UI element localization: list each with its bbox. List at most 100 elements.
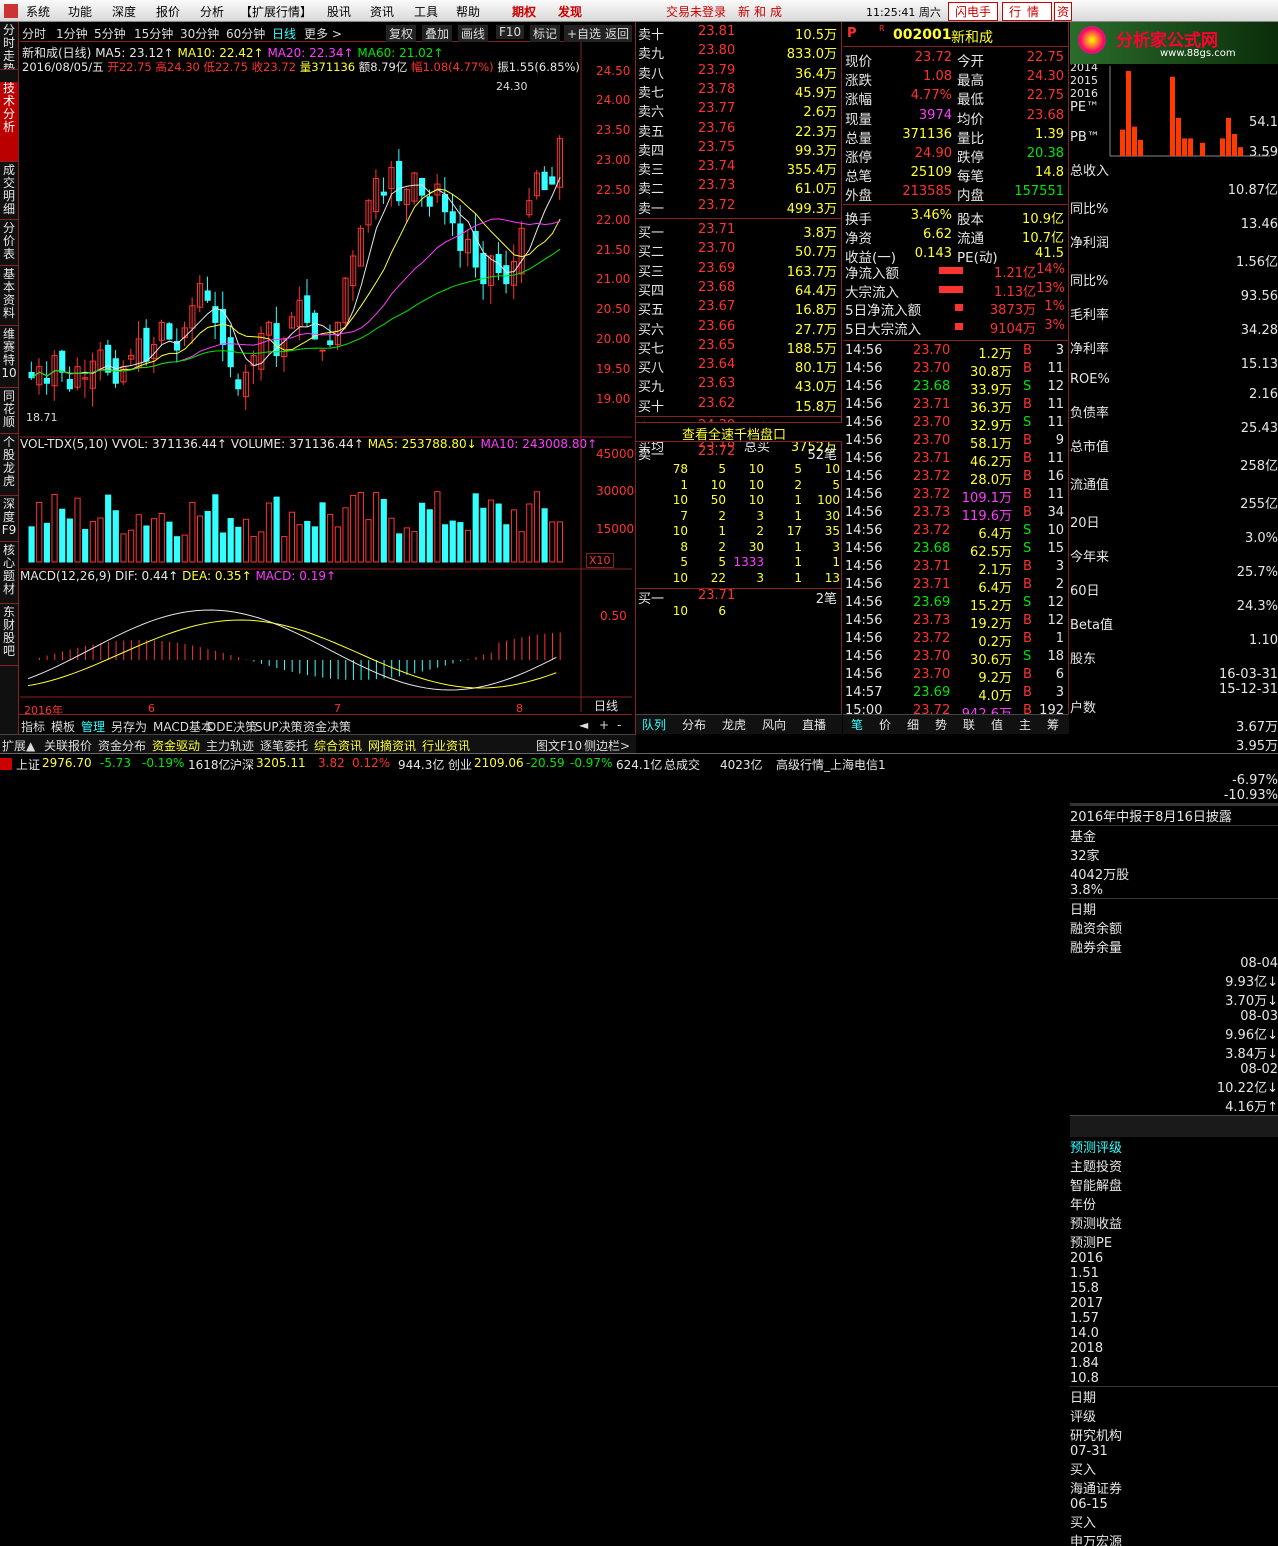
- indicator-tabs: 指标 模板 管理 另存为 MACD基本 DDE决策 SUP决策 资金决策 ◄ +…: [19, 714, 632, 734]
- bl-tab-f10[interactable]: 图文F10: [536, 737, 582, 754]
- zoom-icon[interactable]: +: [599, 718, 609, 732]
- tab-sup[interactable]: SUP决策: [255, 718, 303, 735]
- flash-trade-button[interactable]: 闪电手: [948, 2, 999, 21]
- overlay-button[interactable]: 叠加: [422, 25, 453, 42]
- fund-cell: 4042万股: [1070, 868, 1130, 883]
- flow-pct: 13%: [1036, 280, 1065, 296]
- side-tab-ths[interactable]: 同花顺: [0, 390, 18, 434]
- side-tab-deals[interactable]: 成交明细: [0, 164, 18, 220]
- detail-tab[interactable]: 值: [991, 716, 1003, 733]
- forecast-tab[interactable]: 预测评级: [1070, 1137, 1278, 1156]
- forecast-tab[interactable]: 主题投资: [1070, 1156, 1278, 1175]
- period-30min[interactable]: 30分钟: [180, 25, 219, 42]
- orderbook-tab[interactable]: 队列: [642, 716, 666, 733]
- min-icon[interactable]: -: [617, 718, 621, 732]
- prev-icon[interactable]: ◄: [579, 718, 588, 732]
- buy-level-volume: 27.7万: [795, 322, 837, 338]
- back-button[interactable]: 返回: [602, 25, 633, 42]
- bl-tab-sidebar[interactable]: 侧边栏>: [584, 737, 630, 754]
- bl-tab-expand[interactable]: 扩展▲: [2, 737, 35, 754]
- tab-manage[interactable]: 管理: [81, 718, 105, 735]
- tab-saveas[interactable]: 另存为: [111, 718, 147, 735]
- buy-level-volume: 50.7万: [795, 245, 837, 261]
- orderbook-tab[interactable]: 龙虎: [722, 716, 746, 733]
- period-5min[interactable]: 5分钟: [94, 25, 126, 42]
- menu-discover[interactable]: 发现: [558, 3, 582, 20]
- kline-candle: [66, 379, 73, 390]
- menu-options[interactable]: 期权: [512, 3, 536, 20]
- menu-info[interactable]: 资讯: [370, 3, 394, 20]
- period-1min[interactable]: 1分钟: [56, 25, 88, 42]
- tab-dde[interactable]: DDE决策: [207, 718, 257, 735]
- tab-fund[interactable]: 资金决策: [303, 718, 351, 735]
- detail-tab[interactable]: 主: [1019, 716, 1031, 733]
- add-watch-button[interactable]: +自选: [564, 25, 605, 42]
- menu-news[interactable]: 股讯: [327, 3, 351, 20]
- period-day[interactable]: 日线: [272, 25, 296, 42]
- side-tab-f9[interactable]: 深度F9: [0, 498, 18, 542]
- tab-indicator[interactable]: 指标: [21, 718, 45, 735]
- bl-tab-order[interactable]: 逐笔委托: [260, 737, 308, 754]
- volume-bar: [82, 528, 89, 563]
- mark-button[interactable]: 标记: [530, 25, 561, 42]
- forecast-tab[interactable]: 智能解盘: [1070, 1175, 1278, 1194]
- bl-tab-related[interactable]: 关联报价: [44, 737, 92, 754]
- bl-tab-news[interactable]: 综合资讯: [314, 737, 362, 754]
- orderbook-tab[interactable]: 风向: [762, 716, 786, 733]
- menu-depth[interactable]: 深度: [112, 3, 136, 20]
- side-tab-dragon[interactable]: 个股龙虎: [0, 436, 18, 496]
- detail-tab[interactable]: 细: [907, 716, 919, 733]
- period-60min[interactable]: 60分钟: [226, 25, 265, 42]
- queue-cell: 5: [832, 477, 840, 492]
- queue-cell: 1: [680, 477, 688, 492]
- info-button[interactable]: 资: [1054, 2, 1073, 21]
- detail-tab[interactable]: 联: [963, 716, 975, 733]
- f10-button[interactable]: F10: [496, 25, 525, 39]
- period-15min[interactable]: 15分钟: [134, 25, 173, 42]
- vol-ma5: MA5: 253788.80↓: [367, 437, 477, 451]
- period-more[interactable]: 更多 >: [304, 25, 342, 42]
- chart-area: 新和成(日线) MA5: 23.12↑ MA10: 22.42↑ MA20: 2…: [20, 42, 634, 717]
- tab-template[interactable]: 模板: [51, 718, 75, 735]
- tab-macd[interactable]: MACD基本: [153, 718, 213, 735]
- menu-function[interactable]: 功能: [68, 3, 92, 20]
- vol-volume: VOLUME: 371136.44↑: [230, 437, 364, 451]
- bl-tab-fund-dist[interactable]: 资金分布: [98, 737, 146, 754]
- eps-bar: [1138, 139, 1143, 156]
- detail-tab[interactable]: 势: [935, 716, 947, 733]
- detail-tab[interactable]: 笔: [851, 716, 863, 733]
- side-tab-price[interactable]: 分价表: [0, 222, 18, 266]
- bl-tab-fund-drive[interactable]: 资金驱动: [152, 737, 200, 754]
- quote-label: 均价: [957, 111, 984, 128]
- side-tab-core[interactable]: 核心题材: [0, 544, 18, 604]
- orderbook-tab[interactable]: 分布: [682, 716, 706, 733]
- menu-tools[interactable]: 工具: [414, 3, 438, 20]
- detail-tab[interactable]: 筹: [1047, 716, 1059, 733]
- bl-tab-industry[interactable]: 行业资讯: [422, 737, 470, 754]
- menu-extended[interactable]: 【扩展行情】: [240, 3, 312, 20]
- orderbook-tab[interactable]: 直播: [802, 716, 826, 733]
- tick-side: B: [1023, 685, 1032, 700]
- side-tab-tech[interactable]: 技术分析: [0, 82, 18, 162]
- queue-cell: 13: [824, 570, 840, 585]
- side-tab-basic[interactable]: 基本资料: [0, 268, 18, 326]
- draw-button[interactable]: 画线: [458, 25, 489, 42]
- period-timeshare[interactable]: 分时: [22, 25, 46, 42]
- menu-quote[interactable]: 报价: [156, 3, 180, 20]
- kline-chart[interactable]: [20, 42, 632, 714]
- bl-tab-main-track[interactable]: 主力轨迹: [206, 737, 254, 754]
- sz-amount: 944.3亿: [398, 758, 445, 772]
- side-tab-timeshare[interactable]: 分时走势: [0, 24, 18, 70]
- adjust-button[interactable]: 复权: [386, 25, 417, 42]
- margin-cell: 4.16万↑: [1225, 1100, 1278, 1115]
- side-tab-guba[interactable]: 东财股吧: [0, 606, 18, 666]
- fin-value: 24.3%: [1236, 599, 1278, 614]
- quote-button[interactable]: 行情: [1002, 2, 1053, 21]
- detail-tab[interactable]: 价: [879, 716, 891, 733]
- menu-system[interactable]: 系统: [26, 3, 50, 20]
- trade-status[interactable]: 交易未登录: [666, 3, 726, 20]
- side-tab-weisaite[interactable]: 维赛特10: [0, 328, 18, 388]
- bl-tab-web-news[interactable]: 网摘资讯: [368, 737, 416, 754]
- menu-help[interactable]: 帮助: [456, 3, 480, 20]
- menu-analysis[interactable]: 分析: [200, 3, 224, 20]
